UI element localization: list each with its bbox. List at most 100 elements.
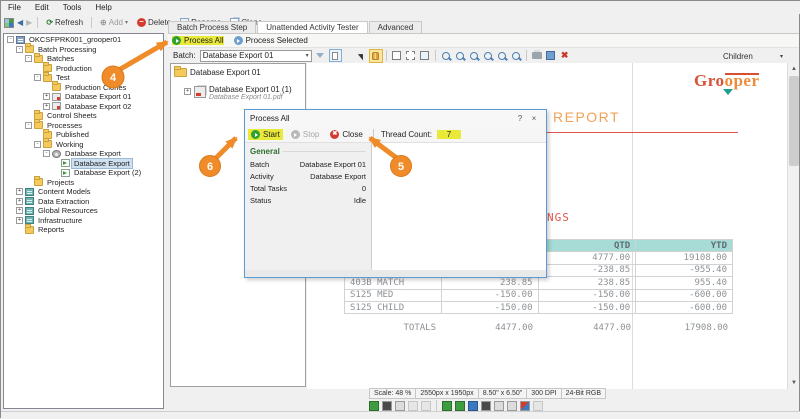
zoom-in-icon[interactable] [440,50,452,62]
expand-icon[interactable]: + [43,93,50,101]
view-gray-icon[interactable] [395,400,405,411]
page-view-toggle[interactable] [328,49,342,62]
tab-batch-process-step[interactable]: Batch Process Step [168,21,257,33]
pan-hand-icon[interactable] [368,48,383,63]
collapse-icon[interactable]: - [16,45,23,53]
tree-item[interactable]: - Working [4,138,163,150]
view-image-icon[interactable] [369,400,379,411]
collapse-icon[interactable]: - [43,150,50,158]
tab-advanced[interactable]: Advanced [368,21,423,33]
property-row[interactable]: Batch Database Export 01 [250,160,366,172]
tree-item[interactable]: - Test [4,71,163,83]
zoom-out-icon[interactable] [454,50,466,62]
select-pointer-icon[interactable] [356,50,368,62]
zoom-selection-icon[interactable] [468,50,480,62]
collapse-icon[interactable]: - [34,140,41,148]
tree-item-label: Infrastructure [38,215,83,225]
expand-icon[interactable]: + [16,197,23,205]
color-adjust-icon[interactable] [520,400,530,411]
view-dark-icon[interactable] [382,400,392,411]
tree-item[interactable]: Control Sheets [4,109,163,121]
flip-icon[interactable] [468,400,478,411]
tree-item[interactable]: + Database Export 02 [4,102,163,112]
tab-unattended-activity-tester[interactable]: Unattended Activity Tester [257,21,368,33]
collapse-icon[interactable]: - [25,121,32,129]
tree-item[interactable]: Production Clones [4,81,163,93]
dialog-help-button[interactable]: ? [513,114,527,123]
menu-help[interactable]: Help [88,1,118,14]
report-cell: 19108.00 [635,251,733,265]
batch-folder-row[interactable]: Database Export 01 [174,66,302,77]
app-grid-icon[interactable] [4,17,14,28]
tree-item[interactable]: + Data Extraction [4,197,163,207]
tree-item[interactable]: Reports [4,223,163,235]
print-icon[interactable] [531,50,543,62]
tree-item[interactable]: + Database Export 01 [4,92,163,102]
doc-green-icon [61,168,70,177]
report-cell: -150.00 [537,300,637,315]
close-button[interactable]: ✖ Close [327,129,365,140]
chevron-down-icon: ▾ [305,53,309,59]
add-button[interactable]: ⊕ Add ▾ [97,17,131,28]
children-dropdown[interactable]: Children ▾ [720,50,786,62]
clear-red-icon[interactable]: ✖ [559,50,571,62]
vertical-scrollbar[interactable]: ▲ ▼ [787,63,799,389]
expand-disabled-icon[interactable] [408,400,418,411]
tree-item[interactable]: - Processes [4,119,163,131]
tree-item[interactable]: Projects [4,176,163,188]
refresh-button[interactable]: ⟳ Refresh [43,17,86,28]
expand-icon[interactable]: + [43,102,50,110]
process-all-button[interactable]: Process All [172,36,224,45]
batch-select[interactable]: Database Export 01 ▾ [199,49,312,62]
filter-icon[interactable] [315,50,326,61]
export-icon[interactable] [545,50,557,62]
undo-icon[interactable] [533,400,543,411]
add-region-icon[interactable] [391,50,403,62]
tree-item[interactable]: Production [4,62,163,74]
zoom-rect-icon[interactable] [405,50,417,62]
tree-item[interactable]: + Content Models [4,187,163,197]
crop-icon[interactable] [494,400,504,411]
menu-file[interactable]: File [1,1,28,14]
invert-icon[interactable] [481,400,491,411]
property-row[interactable]: Status Idle [250,196,366,208]
tree-item[interactable]: - Database Export [4,149,163,159]
menu-edit[interactable]: Edit [28,1,56,14]
thread-count-input[interactable]: 7 [436,130,461,139]
scroll-down-icon[interactable]: ▼ [788,377,800,389]
batch-document-row[interactable]: + Database Export 01 (1) Database Export… [184,85,302,101]
dialog-titlebar[interactable]: Process All ? × [245,110,546,127]
property-row[interactable]: Total Tasks 0 [250,184,366,196]
stop-button[interactable]: Stop [288,129,322,140]
process-selected-button[interactable]: Process Selected [233,36,308,45]
dialog-close-icon[interactable]: × [527,114,541,123]
expand-icon[interactable]: + [16,207,23,215]
start-button[interactable]: Start [248,129,283,140]
scrollbar-thumb[interactable] [789,76,799,166]
expand-icon[interactable]: + [16,188,23,196]
menu-tools[interactable]: Tools [56,1,89,14]
collapse-icon[interactable]: - [34,74,41,82]
zoom-height-icon[interactable] [510,50,522,62]
rotate-left-icon[interactable] [442,400,452,411]
tree-item[interactable]: Database Export (2) [4,168,163,178]
expand-icon[interactable]: + [16,216,23,224]
collapse-icon[interactable]: - [7,36,14,44]
zoom-page-icon[interactable] [419,50,431,62]
tree-item[interactable]: Database Export [4,157,163,169]
copy-region-icon[interactable] [507,400,517,411]
close-disabled-icon[interactable] [421,400,431,411]
tree-item[interactable]: - Batches [4,52,163,64]
tree-item[interactable]: - Batch Processing [4,43,163,55]
forward-button[interactable]: ▶ [26,18,32,27]
tree-item[interactable]: + Global Resources [4,206,163,216]
zoom-fit-icon[interactable] [482,50,494,62]
back-button[interactable]: ◀ [17,18,23,27]
scroll-up-icon[interactable]: ▲ [788,63,800,75]
property-row[interactable]: Activity Database Export [250,172,366,184]
expand-icon[interactable]: + [184,88,191,95]
rotate-right-icon[interactable] [455,400,465,411]
tree-item[interactable]: Published [4,128,163,140]
collapse-icon[interactable]: - [25,55,32,63]
zoom-width-icon[interactable] [496,50,508,62]
